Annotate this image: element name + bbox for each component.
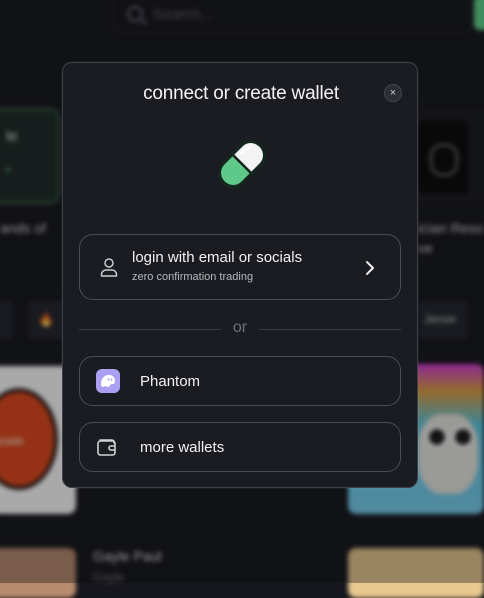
user-icon xyxy=(100,258,118,277)
divider-line xyxy=(79,328,221,330)
more-wallets-button[interactable]: more wallets xyxy=(79,422,401,472)
close-button[interactable]: × xyxy=(384,84,402,102)
login-email-socials-button[interactable]: login with email or socials zero confirm… xyxy=(79,234,401,300)
login-subtitle: zero confirmation trading xyxy=(132,271,254,283)
login-title: login with email or socials xyxy=(132,249,303,266)
chevron-right-icon xyxy=(366,261,374,275)
divider-text: or xyxy=(232,319,248,336)
wallet-icon xyxy=(97,439,116,456)
wallet-label: Phantom xyxy=(140,373,201,390)
divider-line xyxy=(259,328,402,330)
connect-wallet-modal: connect or create wallet × login with em… xyxy=(62,62,418,488)
close-icon: × xyxy=(389,86,397,99)
or-divider: or xyxy=(79,319,402,337)
modal-title: connect or create wallet xyxy=(143,83,339,104)
wallet-label: more wallets xyxy=(140,439,225,456)
pill-logo-icon xyxy=(218,140,266,188)
phantom-wallet-button[interactable]: Phantom xyxy=(79,356,401,406)
phantom-icon xyxy=(96,369,120,393)
